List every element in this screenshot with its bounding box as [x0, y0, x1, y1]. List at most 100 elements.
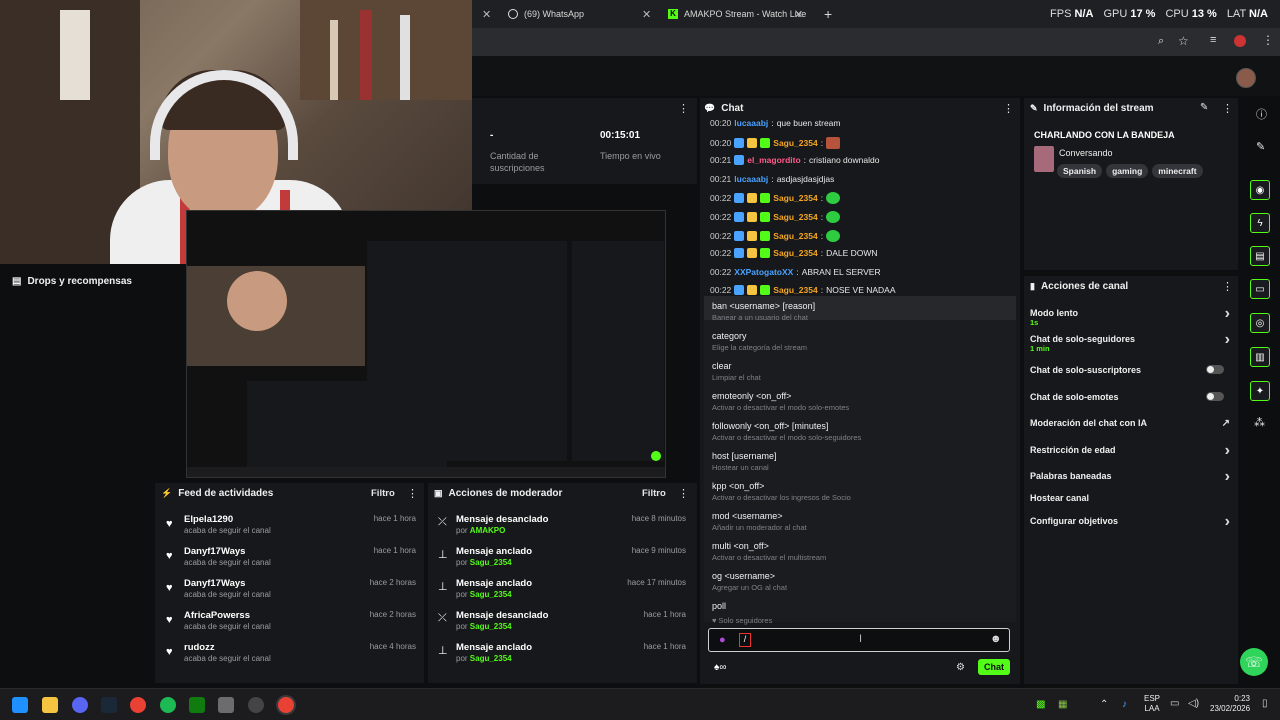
tray-arrow-icon[interactable]: ⌃	[1100, 699, 1108, 710]
feed-menu-icon[interactable]: ⋮	[407, 487, 418, 500]
feed-item[interactable]: ♥ AfricaPowerss acaba de seguir el canal ha…	[162, 610, 424, 642]
tab-close-icon[interactable]: ✕	[482, 4, 491, 24]
command-item[interactable]: followonly <on_off> [minutes] Activar o d…	[712, 421, 861, 442]
settings-icon[interactable]	[218, 697, 234, 713]
tag[interactable]: gaming	[1106, 164, 1149, 178]
volume-icon[interactable]: ◁)	[1188, 698, 1199, 709]
tray-nvidia-icon[interactable]: ▩	[1036, 699, 1045, 710]
chat-message[interactable]: 00:22 Sagu_2354: NOSE VE NADAA	[710, 285, 896, 296]
channel-action[interactable]: Chat de solo-suscriptores	[1030, 365, 1230, 375]
feed-user[interactable]: rudozz	[184, 642, 215, 653]
channel-action[interactable]: Modo lento 1s ›	[1030, 305, 1230, 327]
command-item[interactable]: host [username] Hostear un canal	[712, 451, 777, 472]
edit-info-icon[interactable]: ✎	[1200, 102, 1208, 113]
chevron-right-icon[interactable]: ›	[1225, 442, 1230, 460]
chat-username[interactable]: XXPatogatoXX	[734, 267, 793, 277]
xbox-icon[interactable]	[189, 697, 205, 713]
chevron-right-icon[interactable]: ›	[1225, 468, 1230, 486]
chrome-icon[interactable]	[130, 697, 146, 713]
mod-item[interactable]: ⤫ Mensaje desanclado por Sagu_2354 hace 1 h…	[434, 610, 692, 642]
feed-user[interactable]: AfricaPowerss	[184, 610, 250, 621]
tab-amakpo[interactable]: K AMAKPO Stream - Watch Live	[668, 4, 808, 24]
feed-user[interactable]: Danyf17Ways	[184, 546, 245, 557]
chat-username[interactable]: Sagu_2354	[773, 138, 817, 148]
chat-message[interactable]: 00:21 lucaaabj: asdjasjdasjdjas	[710, 174, 834, 184]
chat-message[interactable]: 00:22 XXPatogatoXX: ABRAN EL SERVER	[710, 267, 881, 277]
chat-message[interactable]: 00:22 Sagu_2354:	[710, 229, 843, 242]
chat-input[interactable]: ● / I ☻	[708, 628, 1010, 652]
mod-filter-button[interactable]: Filtro	[642, 488, 666, 499]
tag[interactable]: Spanish	[1057, 164, 1103, 178]
chat-username[interactable]: Sagu_2354	[773, 285, 817, 295]
zoom-icon[interactable]: ⌕	[1158, 35, 1164, 48]
toggle-switch[interactable]	[1206, 365, 1224, 374]
tag[interactable]: minecraft	[1152, 164, 1203, 178]
command-item[interactable]: og <username> Agregar un OG al chat	[712, 571, 787, 592]
network-icon[interactable]: ▭	[1170, 698, 1179, 709]
chat-username[interactable]: lucaaabj	[734, 174, 768, 184]
command-item[interactable]: clear Limpiar el chat	[712, 361, 761, 382]
tab-close-icon[interactable]: ✕	[642, 4, 651, 24]
channel-action[interactable]: Chat de solo-emotes	[1030, 392, 1230, 402]
mod-item[interactable]: ⤫ Mensaje desanclado por AMAKPO hace 8 minu…	[434, 514, 692, 546]
command-item[interactable]: emoteonly <on_off> Activar o desactivar e…	[712, 391, 849, 412]
channel-action[interactable]: Restricción de edad ›	[1030, 442, 1230, 459]
spotify-icon[interactable]	[160, 697, 176, 713]
feed-item[interactable]: ♥ rudozz acaba de seguir el canal hace 4 ho…	[162, 642, 424, 674]
command-item[interactable]: ban <username> [reason] Banear a un usuar…	[712, 301, 815, 322]
rail-chat-icon[interactable]: ▭	[1250, 279, 1270, 299]
feed-item[interactable]: ♥ Danyf17Ways acaba de seguir el canal hace…	[162, 546, 424, 578]
chat-username[interactable]: Sagu_2354	[773, 248, 817, 258]
address-bar[interactable]: ⌕ ☆ ≡ ⋮	[472, 28, 1280, 56]
chat-menu-icon[interactable]: ⋮	[1003, 102, 1014, 115]
feed-filter-button[interactable]: Filtro	[371, 488, 395, 499]
tray-mic-icon[interactable]: ♪	[1122, 699, 1127, 710]
chat-username[interactable]: lucaaabj	[734, 118, 768, 128]
channel-action[interactable]: Hostear canal	[1030, 493, 1230, 503]
clock[interactable]: 0:23 23/02/2026	[1210, 694, 1250, 714]
channel-action[interactable]: Palabras baneadas ›	[1030, 468, 1230, 485]
file-explorer-icon[interactable]	[42, 697, 58, 713]
feed-user[interactable]: Elpela1290	[184, 514, 233, 525]
feed-item[interactable]: ♥ Danyf17Ways acaba de seguir el canal hace…	[162, 578, 424, 610]
channel-action[interactable]: Moderación del chat con IA ↗	[1030, 418, 1230, 429]
microphone-icon[interactable]: ●	[719, 634, 726, 646]
chevron-right-icon[interactable]: ›	[1225, 331, 1230, 349]
rail-layers-icon[interactable]: ▥	[1250, 347, 1270, 367]
stats-menu-icon[interactable]: ⋮	[678, 102, 689, 115]
rail-list-icon[interactable]: ▤	[1250, 246, 1270, 266]
command-item[interactable]: poll	[712, 601, 726, 611]
chat-send-button[interactable]: Chat	[978, 659, 1010, 675]
chat-message[interactable]: 00:22 Sagu_2354:	[710, 211, 843, 223]
mod-item[interactable]: ⊥ Mensaje anclado por Sagu_2354 hace 1 hora	[434, 642, 692, 674]
rail-tool-icon[interactable]: ✦	[1250, 381, 1270, 401]
chat-message[interactable]: 00:22 Sagu_2354: DALE DOWN	[710, 248, 878, 259]
channel-action[interactable]: Chat de solo-seguidores 1 min ›	[1030, 331, 1230, 353]
command-item[interactable]: multi <on_off> Activar o desactivar el mu…	[712, 541, 826, 562]
chat-username[interactable]: Sagu_2354	[773, 231, 817, 241]
rail-record-icon[interactable]: ◉	[1250, 180, 1270, 200]
chevron-right-icon[interactable]: ›	[1225, 305, 1230, 323]
pencil-icon[interactable]: ✎	[1256, 140, 1265, 153]
info-icon[interactable]: ⓘ	[1256, 106, 1267, 122]
command-item[interactable]: category Elige la categoría del stream	[712, 331, 807, 352]
command-item[interactable]: kpp <on_off> Activar o desactivar los ing…	[712, 481, 851, 502]
command-item[interactable]: mod <username> Añadir un moderador al cha…	[712, 511, 807, 532]
rail-bolt-icon[interactable]: ϟ	[1250, 213, 1270, 233]
rail-users-icon[interactable]: ⁂	[1254, 416, 1265, 429]
emoji-icon[interactable]: ☻	[990, 633, 1002, 645]
obs-icon[interactable]	[248, 697, 264, 713]
mod-user[interactable]: Sagu_2354	[470, 654, 512, 663]
steam-icon[interactable]	[101, 697, 117, 713]
tray-app-icon[interactable]: ▦	[1058, 699, 1067, 710]
actions-menu-icon[interactable]: ⋮	[1222, 280, 1233, 293]
chat-username[interactable]: Sagu_2354	[773, 193, 817, 203]
chat-message[interactable]: 00:21 el_magordito: cristiano downaldo	[710, 155, 879, 166]
mod-menu-icon[interactable]: ⋮	[678, 487, 689, 500]
mod-item[interactable]: ⊥ Mensaje anclado por Sagu_2354 hace 9 minu…	[434, 546, 692, 578]
support-icon[interactable]: ☏	[1240, 648, 1268, 676]
new-tab-button[interactable]: +	[824, 4, 832, 24]
toggle-switch[interactable]	[1206, 392, 1224, 401]
info-menu-icon[interactable]: ⋮	[1222, 102, 1233, 115]
feed-item[interactable]: ♥ Elpela1290 acaba de seguir el canal hace …	[162, 514, 424, 546]
